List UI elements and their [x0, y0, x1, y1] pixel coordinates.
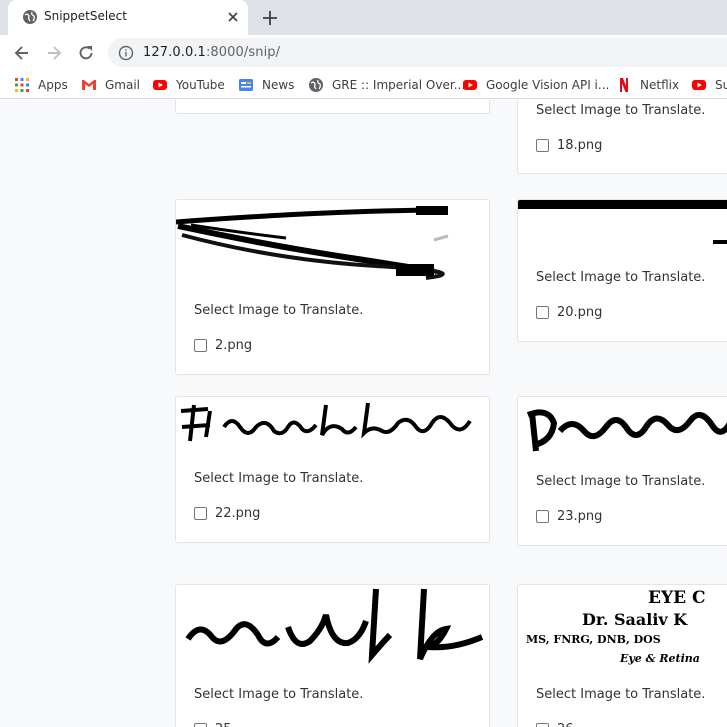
checkbox-box[interactable]: [536, 510, 549, 523]
snippet-image[interactable]: [176, 200, 489, 282]
handwriting-stroke-image: [176, 206, 449, 280]
bookmark-label: Gmail: [105, 78, 141, 92]
select-checkbox[interactable]: 25: [194, 722, 232, 727]
snippet-image[interactable]: EYE C Dr. Saaliv K MS, FNRG, DNB, DOS Ey…: [518, 585, 727, 670]
bookmark-label: News: [262, 78, 295, 92]
checkbox-box[interactable]: [194, 723, 207, 727]
address-bar[interactable]: 127.0.0.1:8000/snip/: [108, 38, 727, 67]
bookmark-label: YouTube: [176, 78, 225, 92]
card-prompt: Select Image to Translate.: [536, 103, 706, 118]
browser-toolbar: 127.0.0.1:8000/snip/: [0, 35, 727, 70]
card-prompt: Select Image to Translate.: [194, 303, 364, 318]
bookmark-overflow[interactable]: Su: [691, 76, 727, 94]
bookmark-apps[interactable]: Apps: [14, 76, 68, 94]
bookmark-label: Google Vision API i...: [486, 78, 610, 92]
bookmark-gmail[interactable]: Gmail: [81, 76, 140, 94]
youtube-icon: [153, 80, 167, 90]
image-card: Select Image to Translate. 22.png: [175, 396, 490, 543]
checkbox-box[interactable]: [536, 139, 549, 152]
google-news-icon: [239, 79, 253, 91]
image-text-line: Dr. Saaliv K: [582, 610, 688, 629]
image-card: Select Image to Translate. 18.png: [517, 100, 727, 174]
card-prompt: Select Image to Translate.: [194, 471, 364, 486]
bookmark-label: Netflix: [640, 78, 680, 92]
card-prompt: Select Image to Translate.: [536, 270, 706, 285]
bookmark-news[interactable]: News: [238, 76, 294, 94]
image-card: Select Image to Translate. 20.png: [517, 199, 727, 342]
handwriting-stroke-image: [185, 588, 484, 664]
handwriting-stroke-image: [518, 200, 727, 244]
youtube-icon: [463, 80, 477, 90]
checkbox-box[interactable]: [194, 339, 207, 352]
snippet-grid: Select Image to Translate. 18.png Select…: [0, 100, 727, 727]
select-checkbox[interactable]: 26: [536, 722, 574, 727]
file-label: 23.png: [557, 509, 603, 524]
image-card: Select Image to Translate. 2.png: [175, 199, 490, 375]
tab-title: SnippetSelect: [44, 9, 127, 23]
snippet-image[interactable]: [176, 585, 489, 670]
snippet-image[interactable]: [176, 397, 489, 449]
image-card: Select Image to Translate. 23.png: [517, 396, 727, 546]
globe-icon: [23, 10, 37, 24]
file-label: 20.png: [557, 305, 603, 320]
select-checkbox[interactable]: 20.png: [536, 305, 602, 320]
bookmark-label: Apps: [38, 78, 68, 92]
card-prompt: Select Image to Translate.: [536, 687, 706, 702]
browser-tab[interactable]: SnippetSelect: [8, 0, 248, 35]
handwriting-stroke-image: [180, 402, 472, 442]
tab-strip: SnippetSelect: [0, 0, 727, 35]
reload-icon[interactable]: [76, 43, 96, 63]
checkbox-box[interactable]: [536, 306, 549, 319]
image-text-line: MS, FNRG, DNB, DOS: [526, 633, 661, 646]
forward-icon[interactable]: [44, 43, 64, 63]
apps-grid-icon: [15, 78, 29, 92]
info-icon[interactable]: [118, 45, 134, 61]
new-tab-icon[interactable]: [260, 8, 280, 28]
card-prompt: Select Image to Translate.: [194, 687, 364, 702]
prescription-header-image: EYE C Dr. Saaliv K MS, FNRG, DNB, DOS Ey…: [526, 588, 706, 665]
checkbox-box[interactable]: [536, 723, 549, 727]
file-label: 25: [215, 722, 232, 727]
bookmark-netflix[interactable]: Netflix: [616, 76, 679, 94]
file-label: 18.png: [557, 138, 603, 153]
select-checkbox[interactable]: 22.png: [194, 506, 260, 521]
image-card: Select Image to Translate. 25: [175, 584, 490, 727]
bookmark-label: Su: [715, 78, 727, 92]
bookmark-google-vision[interactable]: Google Vision API i...: [462, 76, 609, 94]
globe-icon: [309, 78, 323, 92]
select-checkbox[interactable]: 18.png: [536, 138, 602, 153]
image-card: [175, 100, 490, 114]
url-text: 127.0.0.1:8000/snip/: [143, 45, 280, 60]
image-card: EYE C Dr. Saaliv K MS, FNRG, DNB, DOS Ey…: [517, 584, 727, 727]
image-text-line: EYE C: [648, 588, 706, 608]
bookmark-label: GRE :: Imperial Over...: [332, 78, 466, 92]
close-icon[interactable]: [224, 8, 242, 26]
card-prompt: Select Image to Translate.: [536, 474, 706, 489]
gmail-icon: [82, 80, 96, 90]
file-label: 2.png: [215, 338, 253, 353]
bookmark-youtube[interactable]: YouTube: [152, 76, 225, 94]
select-checkbox[interactable]: 23.png: [536, 509, 602, 524]
youtube-icon: [692, 80, 706, 90]
snippet-image[interactable]: [518, 397, 727, 455]
back-icon[interactable]: [12, 43, 32, 63]
snippet-image[interactable]: [518, 200, 727, 250]
select-checkbox[interactable]: 2.png: [194, 338, 252, 353]
url-path: :8000/snip/: [205, 45, 281, 60]
netflix-icon: [620, 78, 628, 92]
file-label: 22.png: [215, 506, 261, 521]
image-text-line: Eye & Retina: [619, 652, 700, 665]
handwriting-stroke-image: [526, 409, 727, 452]
url-host: 127.0.0.1: [143, 45, 206, 60]
bookmarks-bar: Apps Gmail YouTube News GRE :: Imperial …: [0, 70, 727, 99]
checkbox-box[interactable]: [194, 507, 207, 520]
bookmark-gre[interactable]: GRE :: Imperial Over...: [308, 76, 465, 94]
file-label: 26: [557, 722, 574, 727]
